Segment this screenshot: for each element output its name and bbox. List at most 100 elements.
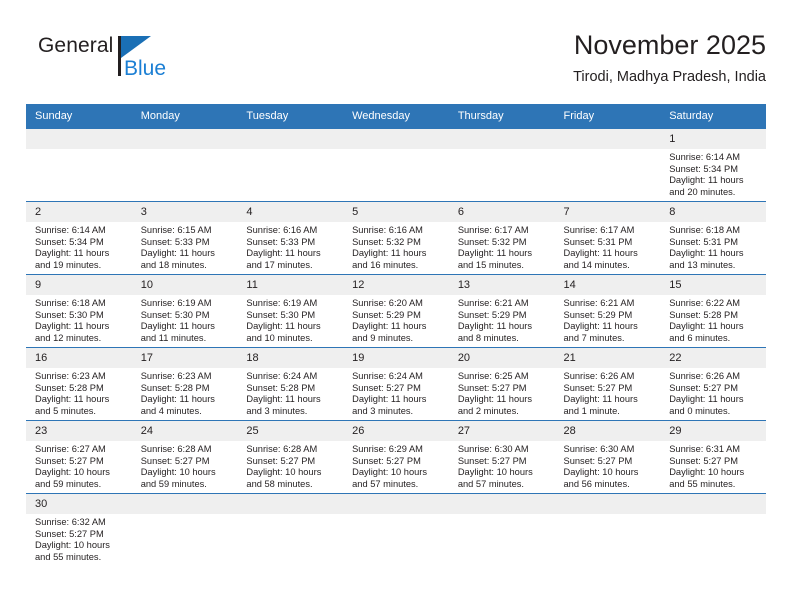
calendar-day-cell[interactable]: 21 Sunrise: 6:26 AM Sunset: 5:27 PM Dayligh… bbox=[554, 347, 661, 421]
daylight-text-line1: Daylight: 11 hours bbox=[140, 321, 215, 332]
day-number: 15 bbox=[660, 275, 766, 295]
calendar-day-cell[interactable]: 14 Sunrise: 6:21 AM Sunset: 5:29 PM Dayligh… bbox=[554, 274, 661, 348]
day-number: 17 bbox=[131, 348, 238, 368]
calendar-day-cell[interactable]: 2 Sunrise: 6:14 AM Sunset: 5:34 PM Daylight… bbox=[26, 201, 132, 275]
calendar-day-cell[interactable]: 3 Sunrise: 6:15 AM Sunset: 5:33 PM Daylight… bbox=[131, 201, 238, 275]
sunset-text: Sunset: 5:27 PM bbox=[35, 528, 104, 539]
calendar-day-cell[interactable]: 20 Sunrise: 6:25 AM Sunset: 5:27 PM Dayligh… bbox=[448, 347, 555, 421]
calendar-day-cell[interactable]: 6 Sunrise: 6:17 AM Sunset: 5:32 PM Daylight… bbox=[448, 201, 555, 275]
calendar-day-cell[interactable]: 10 Sunrise: 6:19 AM Sunset: 5:30 PM Dayligh… bbox=[131, 274, 238, 348]
sunset-text: Sunset: 5:27 PM bbox=[563, 382, 633, 393]
calendar-day-cell[interactable]: 8 Sunrise: 6:18 AM Sunset: 5:31 PM Daylight… bbox=[660, 201, 766, 275]
calendar-day-cell[interactable]: 1 Sunrise: 6:14 AM Sunset: 5:34 PM Daylight… bbox=[660, 129, 766, 202]
calendar-day-cell[interactable]: 7 Sunrise: 6:17 AM Sunset: 5:31 PM Daylight… bbox=[554, 201, 661, 275]
sunrise-text: Sunrise: 6:14 AM bbox=[35, 225, 106, 235]
daylight-text-line2: and 4 minutes. bbox=[140, 405, 202, 416]
daylight-text-line2: and 0 minutes. bbox=[669, 405, 731, 416]
day-details: Sunrise: 6:28 AM Sunset: 5:27 PM Daylight:… bbox=[132, 441, 238, 490]
calendar-day-cell[interactable]: 26 Sunrise: 6:29 AM Sunset: 5:27 PM Dayligh… bbox=[343, 420, 449, 494]
daylight-text-line1: Daylight: 10 hours bbox=[352, 467, 428, 478]
sunrise-text: Sunrise: 6:32 AM bbox=[35, 517, 106, 527]
sunrise-text: Sunrise: 6:27 AM bbox=[35, 444, 106, 454]
calendar-day-cell[interactable]: 28 Sunrise: 6:30 AM Sunset: 5:27 PM Dayligh… bbox=[554, 420, 661, 494]
calendar-day-cell-empty bbox=[343, 129, 449, 202]
calendar-day-cell[interactable]: 19 Sunrise: 6:24 AM Sunset: 5:27 PM Dayligh… bbox=[343, 347, 449, 421]
weekday-header-saturday: Saturday bbox=[660, 104, 766, 129]
calendar-day-cell[interactable]: 16 Sunrise: 6:23 AM Sunset: 5:28 PM Dayligh… bbox=[26, 347, 132, 421]
calendar-day-cell[interactable]: 24 Sunrise: 6:28 AM Sunset: 5:27 PM Dayligh… bbox=[131, 420, 238, 494]
calendar-day-cell-empty bbox=[237, 129, 344, 202]
calendar-day-cell[interactable]: 9 Sunrise: 6:18 AM Sunset: 5:30 PM Daylight… bbox=[26, 274, 132, 348]
day-number bbox=[448, 129, 555, 149]
daylight-text-line1: Daylight: 11 hours bbox=[669, 175, 744, 186]
calendar-day-cell[interactable]: 18 Sunrise: 6:24 AM Sunset: 5:28 PM Dayligh… bbox=[237, 347, 344, 421]
calendar-day-cell[interactable]: 23 Sunrise: 6:27 AM Sunset: 5:27 PM Dayligh… bbox=[26, 420, 132, 494]
sunset-text: Sunset: 5:27 PM bbox=[35, 455, 104, 466]
daylight-text-line2: and 2 minutes. bbox=[457, 405, 519, 416]
weekday-header-thursday: Thursday bbox=[448, 104, 555, 129]
sunset-text: Sunset: 5:28 PM bbox=[246, 382, 316, 393]
day-number: 7 bbox=[554, 202, 661, 222]
day-details: Sunrise: 6:21 AM Sunset: 5:29 PM Daylight:… bbox=[449, 295, 555, 344]
sunrise-text: Sunrise: 6:24 AM bbox=[246, 371, 318, 381]
calendar-day-cell[interactable]: 5 Sunrise: 6:16 AM Sunset: 5:32 PM Daylight… bbox=[343, 201, 449, 275]
calendar-day-cell[interactable]: 12 Sunrise: 6:20 AM Sunset: 5:29 PM Dayligh… bbox=[343, 274, 449, 348]
sunset-text: Sunset: 5:34 PM bbox=[669, 163, 738, 174]
day-details: Sunrise: 6:18 AM Sunset: 5:31 PM Daylight:… bbox=[660, 222, 766, 271]
sunset-text: Sunset: 5:27 PM bbox=[352, 455, 421, 466]
daylight-text-line1: Daylight: 11 hours bbox=[140, 248, 215, 259]
sunrise-text: Sunrise: 6:23 AM bbox=[140, 371, 212, 381]
day-number bbox=[343, 129, 449, 149]
calendar-day-cell-empty bbox=[26, 129, 132, 202]
calendar-week-row: 2 Sunrise: 6:14 AM Sunset: 5:34 PM Daylight… bbox=[26, 201, 766, 275]
daylight-text-line1: Daylight: 10 hours bbox=[35, 467, 110, 478]
day-number: 13 bbox=[448, 275, 555, 295]
calendar-day-cell[interactable]: 30 Sunrise: 6:32 AM Sunset: 5:27 PM Dayligh… bbox=[26, 493, 132, 566]
calendar-day-cell-empty bbox=[237, 493, 344, 566]
daylight-text-line1: Daylight: 11 hours bbox=[246, 321, 321, 332]
calendar-day-cell-empty bbox=[554, 129, 661, 202]
day-number: 26 bbox=[343, 421, 449, 441]
calendar-week-row: 23 Sunrise: 6:27 AM Sunset: 5:27 PM Dayligh… bbox=[26, 420, 766, 494]
calendar-day-cell[interactable]: 17 Sunrise: 6:23 AM Sunset: 5:28 PM Dayligh… bbox=[131, 347, 238, 421]
calendar-day-cell[interactable]: 27 Sunrise: 6:30 AM Sunset: 5:27 PM Dayligh… bbox=[448, 420, 555, 494]
weekday-header-sunday: Sunday bbox=[26, 104, 132, 129]
calendar-day-cell-empty bbox=[131, 493, 238, 566]
calendar-week-row: 1 Sunrise: 6:14 AM Sunset: 5:34 PM Daylight… bbox=[26, 129, 766, 202]
calendar-week-row: 9 Sunrise: 6:18 AM Sunset: 5:30 PM Daylight… bbox=[26, 274, 766, 348]
sunset-text: Sunset: 5:27 PM bbox=[457, 382, 527, 393]
daylight-text-line2: and 57 minutes. bbox=[457, 478, 524, 489]
calendar-day-cell-empty bbox=[343, 493, 449, 566]
sunset-text: Sunset: 5:30 PM bbox=[35, 309, 104, 320]
day-number bbox=[343, 494, 449, 514]
general-blue-logo: General Blue bbox=[38, 34, 198, 90]
sunset-text: Sunset: 5:28 PM bbox=[669, 309, 738, 320]
daylight-text-line1: Daylight: 11 hours bbox=[457, 321, 533, 332]
sunrise-text: Sunrise: 6:28 AM bbox=[246, 444, 318, 454]
daylight-text-line1: Daylight: 11 hours bbox=[563, 394, 638, 405]
calendar-day-cell[interactable]: 25 Sunrise: 6:28 AM Sunset: 5:27 PM Dayligh… bbox=[237, 420, 344, 494]
day-number bbox=[237, 129, 344, 149]
calendar-day-cell[interactable]: 15 Sunrise: 6:22 AM Sunset: 5:28 PM Dayligh… bbox=[660, 274, 766, 348]
sunset-text: Sunset: 5:29 PM bbox=[457, 309, 527, 320]
calendar-day-cell[interactable]: 13 Sunrise: 6:21 AM Sunset: 5:29 PM Dayligh… bbox=[448, 274, 555, 348]
calendar-day-cell[interactable]: 4 Sunrise: 6:16 AM Sunset: 5:33 PM Daylight… bbox=[237, 201, 344, 275]
day-number bbox=[131, 494, 238, 514]
calendar-day-cell[interactable]: 29 Sunrise: 6:31 AM Sunset: 5:27 PM Dayligh… bbox=[660, 420, 766, 494]
day-number: 5 bbox=[343, 202, 449, 222]
daylight-text-line2: and 18 minutes. bbox=[140, 259, 207, 270]
sunrise-text: Sunrise: 6:19 AM bbox=[246, 298, 318, 308]
sunset-text: Sunset: 5:29 PM bbox=[352, 309, 421, 320]
sunset-text: Sunset: 5:27 PM bbox=[563, 455, 633, 466]
day-number: 8 bbox=[660, 202, 766, 222]
daylight-text-line2: and 59 minutes. bbox=[140, 478, 207, 489]
day-details: Sunrise: 6:31 AM Sunset: 5:27 PM Daylight:… bbox=[660, 441, 766, 490]
day-details: Sunrise: 6:25 AM Sunset: 5:27 PM Daylight:… bbox=[449, 368, 555, 417]
calendar-day-cell[interactable]: 22 Sunrise: 6:26 AM Sunset: 5:27 PM Dayligh… bbox=[660, 347, 766, 421]
daylight-text-line1: Daylight: 11 hours bbox=[669, 394, 744, 405]
calendar-day-cell[interactable]: 11 Sunrise: 6:19 AM Sunset: 5:30 PM Dayligh… bbox=[237, 274, 344, 348]
day-number: 22 bbox=[660, 348, 766, 368]
sunrise-text: Sunrise: 6:28 AM bbox=[140, 444, 212, 454]
day-number bbox=[660, 494, 766, 514]
sunset-text: Sunset: 5:27 PM bbox=[669, 455, 738, 466]
